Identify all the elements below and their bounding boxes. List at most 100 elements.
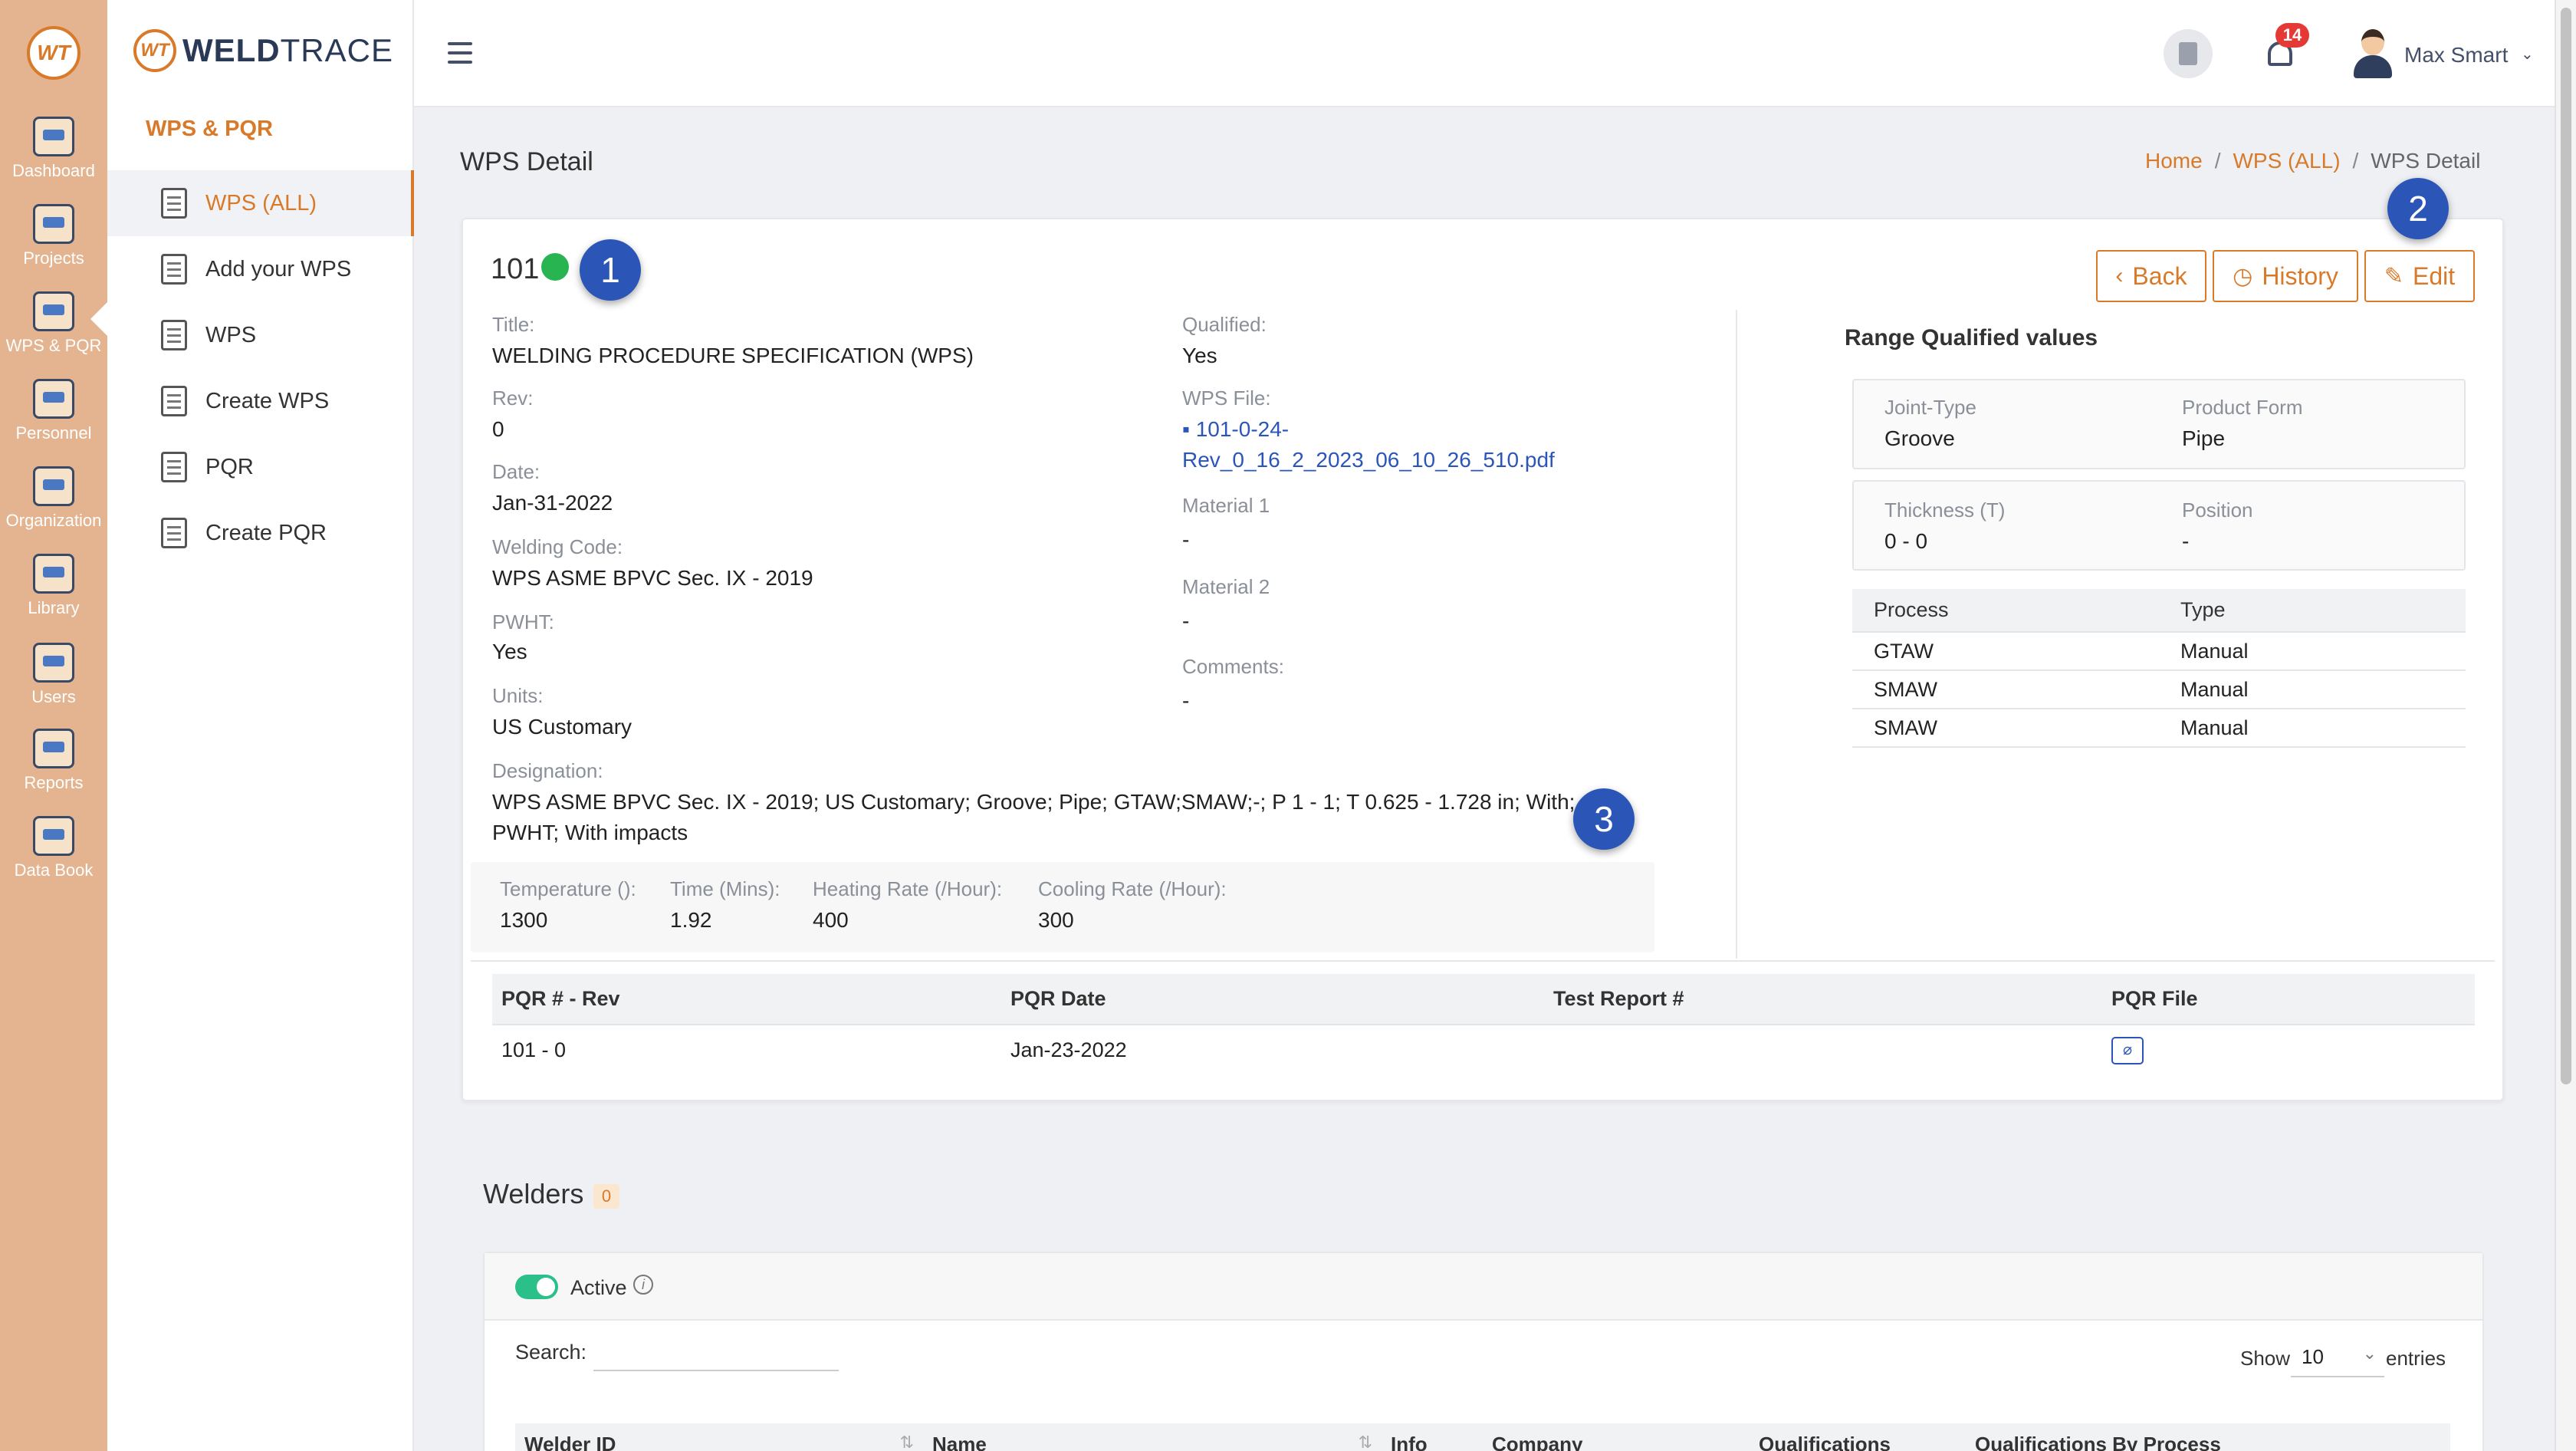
material1-value: -: [1182, 528, 1190, 551]
edit-button-label: Edit: [2413, 262, 2456, 290]
edit-icon: ✎: [2384, 263, 2404, 289]
welder-id-header-label: Welder ID: [524, 1433, 616, 1451]
section-divider: [471, 960, 2495, 962]
joint-type-label: Joint-Type: [1884, 396, 1976, 419]
info-icon[interactable]: i: [633, 1275, 653, 1295]
wps-file-name-line2: Rev_0_16_2_2023_06_10_26_510.pdf: [1182, 448, 1555, 472]
welder-id-header[interactable]: Welder ID ⇅: [515, 1423, 923, 1451]
top-bar: 14 Max Smart ⌄: [414, 0, 2555, 107]
sidebar-item-label: WPS (ALL): [205, 190, 317, 216]
process-cell: GTAW: [1852, 632, 2159, 671]
table-row: 101 - 0 Jan-23-2022 ⌀: [492, 1025, 2475, 1075]
pqr-rev-header: PQR # - Rev: [492, 974, 1001, 1025]
breadcrumb-separator: /: [2214, 149, 2221, 173]
search-input[interactable]: [593, 1336, 839, 1371]
cooling-rate-label: Cooling Rate (/Hour):: [1038, 877, 1227, 900]
document-edit-icon: [161, 386, 187, 416]
product-form-label: Product Form: [2182, 396, 2303, 419]
welding-code-value: WPS ASME BPVC Sec. IX - 2019: [492, 566, 813, 590]
chevron-down-icon[interactable]: ⌄: [2521, 44, 2534, 64]
page-title: WPS Detail: [460, 147, 593, 176]
title-label: Title:: [492, 313, 535, 336]
entries-per-page-select[interactable]: 10 ⌄: [2291, 1336, 2384, 1377]
sidebar-item-label: WPS: [205, 322, 257, 347]
rail-label: Data Book: [14, 860, 94, 880]
status-indicator-icon: [541, 253, 569, 281]
show-label: Show: [2240, 1347, 2291, 1370]
material2-value: -: [1182, 609, 1190, 633]
breadcrumb-wps-all[interactable]: WPS (ALL): [2233, 149, 2340, 173]
chevron-down-icon: ⌄: [2362, 1344, 2377, 1363]
user-name[interactable]: Max Smart: [2404, 43, 2508, 67]
annotation-marker-2: 2: [2387, 178, 2449, 239]
pqr-date-cell: Jan-23-2022: [1010, 1038, 1127, 1061]
comments-label: Comments:: [1182, 655, 1284, 678]
rail-item-data-book[interactable]: Data Book: [0, 816, 107, 880]
scrollbar-thumb[interactable]: [2561, 8, 2571, 1084]
org-chart-icon: [33, 466, 74, 506]
qualifications-header: Qualifications: [1750, 1423, 1966, 1451]
hamburger-menu-icon[interactable]: [448, 42, 472, 64]
sidebar-item-create-wps[interactable]: Create WPS: [107, 368, 414, 434]
sidebar-item-create-pqr[interactable]: Create PQR: [107, 500, 414, 566]
sidebar-item-label: Create WPS: [205, 388, 330, 413]
rail-item-organization[interactable]: Organization: [0, 466, 107, 531]
user-avatar[interactable]: [2351, 29, 2395, 78]
breadcrumb-separator: /: [2352, 149, 2359, 173]
breadcrumb: Home / WPS (ALL) / WPS Detail: [2145, 149, 2480, 173]
rail-label: WPS & PQR: [5, 336, 102, 355]
back-button-label: Back: [2132, 262, 2187, 290]
joint-product-panel: [1852, 379, 2466, 469]
welders-count-badge: 0: [593, 1184, 619, 1209]
rail-item-dashboard[interactable]: Dashboard: [0, 117, 107, 181]
book-icon[interactable]: [2164, 29, 2213, 78]
wps-file-link[interactable]: ▪ 101-0-24- Rev_0_16_2_2023_06_10_26_510…: [1182, 414, 1555, 475]
rail-item-reports[interactable]: Reports: [0, 729, 107, 793]
time-label: Time (Mins):: [670, 877, 780, 900]
units-label: Units:: [492, 684, 544, 707]
active-toggle[interactable]: [515, 1275, 558, 1299]
document-check-icon: [161, 518, 187, 548]
designation-label: Designation:: [492, 759, 603, 782]
breadcrumb-home[interactable]: Home: [2145, 149, 2203, 173]
edit-button[interactable]: ✎ Edit: [2364, 250, 2475, 302]
table-row: SMAW Manual: [1852, 709, 2466, 748]
rail-active-indicator: [90, 302, 107, 336]
material2-label: Material 2: [1182, 575, 1270, 598]
brand-name-part1: WELD: [182, 32, 281, 68]
range-qualified-title: Range Qualified values: [1845, 325, 2098, 350]
name-header[interactable]: Name ⇅: [923, 1423, 1382, 1451]
pwht-label: PWHT:: [492, 610, 554, 633]
title-value: WELDING PROCEDURE SPECIFICATION (WPS): [492, 344, 974, 367]
document-icon: [161, 320, 187, 350]
notifications-bell-icon[interactable]: 14: [2265, 23, 2309, 72]
monitor-icon: [33, 117, 74, 156]
pqr-rev-cell: 101 - 0: [501, 1038, 567, 1061]
pqr-table: PQR # - Rev PQR Date Test Report # PQR F…: [492, 974, 2475, 1075]
sort-icon: ⇅: [899, 1433, 914, 1451]
qualified-value: Yes: [1182, 344, 1217, 367]
rail-item-personnel[interactable]: Personnel: [0, 379, 107, 443]
sidebar-item-label: Add your WPS: [205, 256, 352, 281]
rail-item-library[interactable]: Library: [0, 554, 107, 618]
active-toggle-label: Active: [570, 1276, 627, 1299]
data-book-icon: [33, 816, 74, 856]
paperclip-icon[interactable]: ⌀: [2111, 1037, 2144, 1064]
company-header: Company: [1483, 1423, 1750, 1451]
document-add-icon: [161, 254, 187, 285]
joint-type-value: Groove: [1884, 426, 1955, 450]
process-cell: SMAW: [1852, 670, 2159, 709]
sidebar-item-wps-all[interactable]: WPS (ALL): [107, 170, 414, 236]
history-button[interactable]: ◷ History: [2213, 250, 2358, 302]
sidebar-item-pqr[interactable]: PQR: [107, 434, 414, 500]
name-header-label: Name: [932, 1433, 987, 1451]
sidebar: WT WELDTRACE WPS & PQR WPS (ALL) Add you…: [107, 0, 414, 1451]
back-button[interactable]: ‹ Back: [2096, 250, 2206, 302]
sidebar-item-add-your-wps[interactable]: Add your WPS: [107, 236, 414, 302]
app-logo-icon[interactable]: WT: [27, 26, 80, 80]
sidebar-item-wps[interactable]: WPS: [107, 302, 414, 368]
rail-item-projects[interactable]: Projects: [0, 204, 107, 268]
rev-label: Rev:: [492, 387, 534, 410]
brand[interactable]: WT WELDTRACE: [133, 29, 393, 72]
rail-item-users[interactable]: Users: [0, 643, 107, 707]
